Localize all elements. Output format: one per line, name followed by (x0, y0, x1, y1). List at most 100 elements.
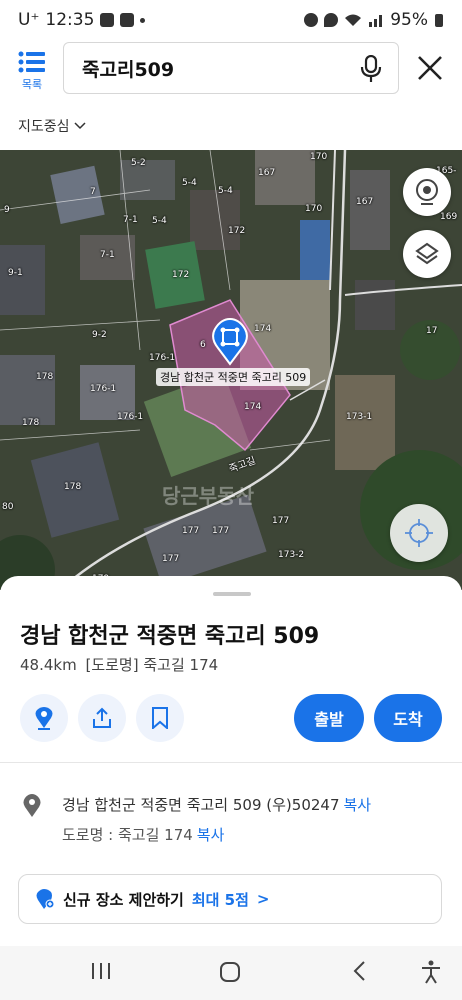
place-title: 경남 합천군 적중면 죽고리 509 (20, 624, 320, 649)
share-button[interactable] (78, 694, 126, 742)
plot-label: 167 (356, 197, 374, 207)
plot-label: 172 (228, 226, 246, 236)
plot-label: 173-1 (346, 412, 373, 422)
wifi-icon (345, 14, 362, 26)
sheet-drag-handle[interactable] (213, 592, 251, 596)
plot-label: 80 (2, 502, 14, 512)
suggest-points: 최대 5점 (191, 890, 249, 909)
place-detail-sheet: 경남 합천군 적중면 죽고리 509 48.4km [도로명] 죽고길 174 … (0, 576, 462, 946)
plot-label: 170 (310, 152, 328, 162)
divider (0, 762, 462, 763)
signal-icon (369, 15, 383, 27)
app-notification-icon (120, 13, 135, 27)
accessibility-icon[interactable] (420, 960, 442, 984)
copy-address-button[interactable]: 복사 (344, 796, 372, 814)
recent-apps-icon[interactable] (90, 960, 112, 982)
plot-label: 177 (162, 554, 180, 564)
location-pin-icon (212, 317, 248, 366)
list-menu-button[interactable]: 목록 (14, 50, 50, 94)
suggest-label: 신규 장소 제안하기 (63, 890, 184, 909)
map-center-label: 지도중심 (18, 119, 70, 135)
jibun-address: 경남 합천군 적중면 죽고리 509 (우)50247 복사 (62, 794, 371, 815)
address-text: 경남 합천군 적중면 죽고리 509 (우)50247 (62, 796, 340, 814)
battery-icon (435, 14, 443, 27)
location-pin-icon (23, 794, 41, 817)
plot-label: 177 (212, 526, 230, 536)
plot-label: 172 (172, 270, 190, 280)
place-save-icon (35, 707, 53, 730)
close-icon[interactable] (416, 54, 444, 82)
street-view-icon (416, 179, 438, 205)
list-menu-icon (18, 51, 45, 73)
location-marker[interactable] (210, 317, 250, 370)
plot-label: 5-4 (182, 178, 197, 188)
plot-label: 167 (258, 168, 276, 178)
chevron-down-icon (74, 122, 86, 130)
copy-road-address-button[interactable]: 복사 (197, 826, 225, 844)
status-right: 95% (304, 10, 444, 30)
satellite-map[interactable]: 5-2 5-4 5-4 7 7-1 7-1 9 9-1 9-2 5-4 172 … (0, 150, 462, 590)
street-view-button[interactable] (403, 168, 451, 216)
plot-label: 176-1 (117, 412, 144, 422)
more-notifications-icon (140, 17, 146, 23)
plot-label: 178 (22, 418, 40, 428)
plot-label: 9-1 (8, 268, 23, 278)
plot-label: 5-4 (152, 216, 167, 226)
plot-label: 170 (305, 204, 323, 214)
menu-label: 목록 (21, 78, 43, 91)
bookmark-icon (152, 707, 168, 729)
gps-target-icon (405, 519, 433, 547)
status-bar: U⁺ 12:35 95% (0, 0, 462, 40)
distance-label: 48.4km (20, 656, 77, 674)
marker-address-label: 경남 합천군 적중면 죽고리 509 (156, 368, 311, 386)
bookmark-button[interactable] (136, 694, 184, 742)
arrive-button[interactable]: 도착 (374, 694, 442, 742)
plot-label: 5-4 (218, 186, 233, 196)
plot-label: 9-2 (92, 330, 107, 340)
microphone-icon[interactable] (360, 55, 382, 83)
system-nav-bar (0, 946, 462, 1000)
plot-label: 173-2 (278, 550, 305, 560)
plot-label: 169 (440, 212, 458, 222)
plot-label: 17 (426, 326, 438, 336)
road-address-text: 도로명 : 죽고길 174 (62, 826, 193, 844)
plot-label: 7-1 (100, 250, 115, 260)
plot-label: 174 (244, 402, 262, 412)
plot-label: 178 (36, 372, 54, 382)
home-icon[interactable] (218, 960, 242, 984)
share-icon (93, 707, 111, 728)
gps-button[interactable] (390, 504, 448, 562)
plot-label: 174 (254, 324, 272, 334)
add-place-icon (36, 889, 55, 909)
plot-label: 176-1 (90, 384, 117, 394)
road-address: 도로명 : 죽고길 174 복사 (62, 824, 224, 845)
plot-label: 6 (200, 340, 206, 350)
plot-label: 177 (272, 516, 290, 526)
alarm-icon (304, 13, 319, 27)
road-tag-label: [도로명] 죽고길 174 (85, 656, 219, 674)
layers-button[interactable] (403, 230, 451, 278)
save-place-button[interactable] (20, 694, 68, 742)
plot-label: 7 (90, 187, 96, 197)
plot-label: 176-1 (149, 353, 176, 363)
map-center-dropdown[interactable]: 지도중심 (18, 116, 86, 136)
search-input[interactable]: 죽고리509 (63, 42, 399, 94)
depart-button[interactable]: 출발 (294, 694, 364, 742)
place-subtitle: 48.4km [도로명] 죽고길 174 (20, 654, 218, 675)
battery-label: 95% (390, 10, 428, 30)
suggest-place-button[interactable]: 신규 장소 제안하기 최대 5점 > (18, 874, 442, 924)
gallery-notification-icon (100, 13, 115, 27)
chevron-right-icon: > (256, 890, 270, 908)
layers-icon (415, 242, 439, 265)
time-label: 12:35 (45, 10, 95, 30)
back-icon[interactable] (350, 960, 370, 982)
watermark: 당근부동산 (162, 484, 254, 508)
plot-label: 178 (64, 482, 82, 492)
plot-label: 177 (182, 526, 200, 536)
carrier-label: U⁺ (18, 10, 40, 30)
search-header: 목록 죽고리509 (0, 40, 462, 100)
plot-label: 7-1 (123, 215, 138, 225)
location-icon (324, 13, 339, 27)
plot-label: 5-2 (131, 158, 146, 168)
search-query: 죽고리509 (82, 58, 175, 81)
